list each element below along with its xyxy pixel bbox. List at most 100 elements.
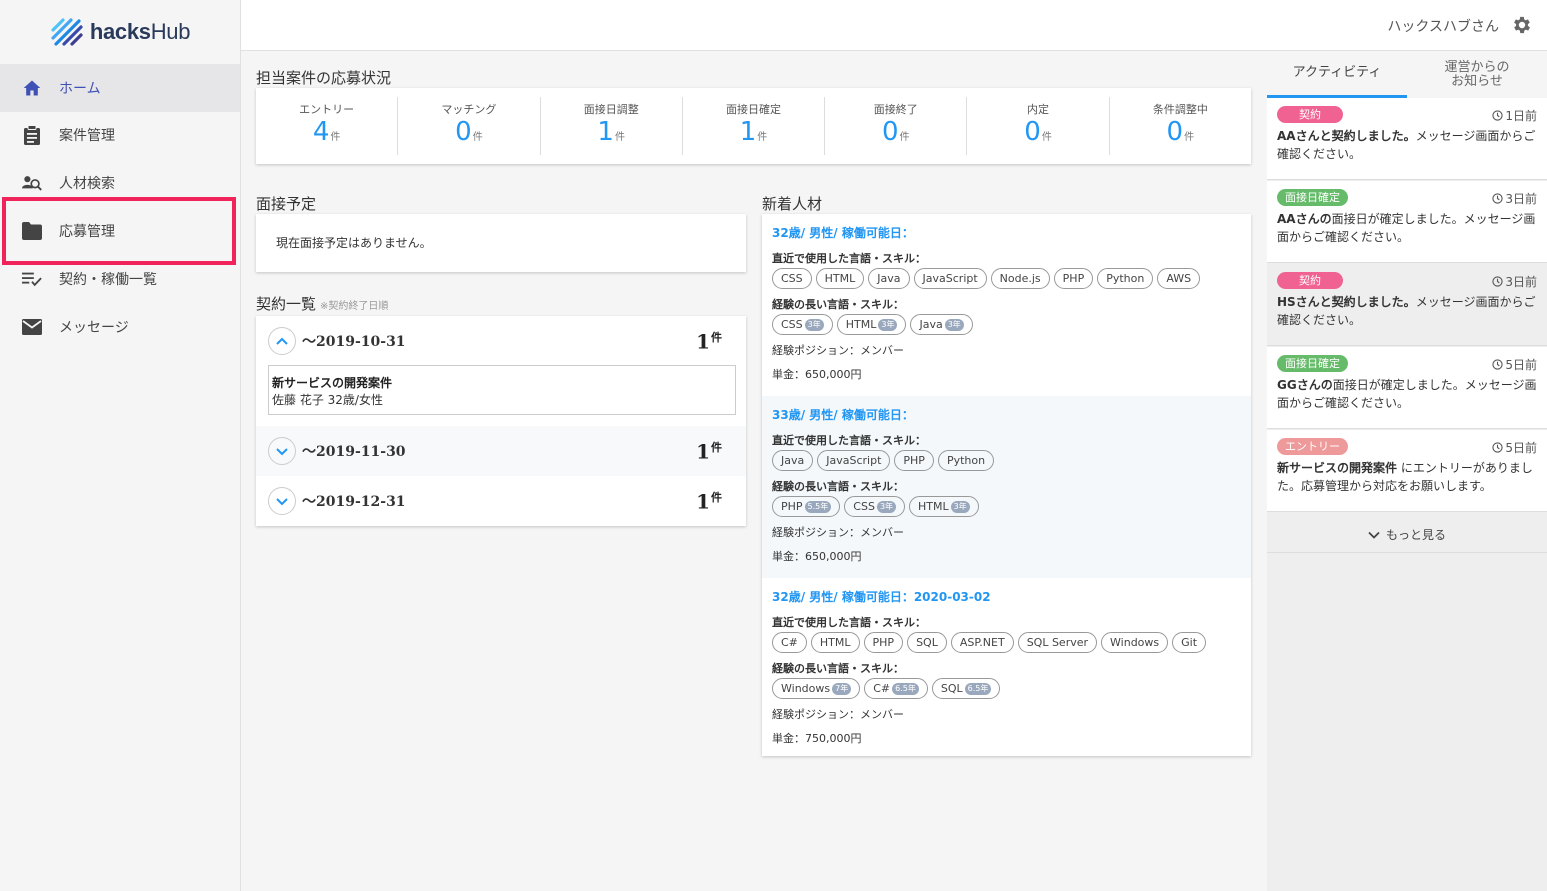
- talent-item[interactable]: 32歳/ 男性/ 稼働可能日： 直近で使用した言語・スキル： CSS HTML Ja…: [762, 214, 1251, 396]
- activity-item[interactable]: 契約 1日前 AAさんと契約しました。メッセージ画面からご確認ください。: [1267, 98, 1547, 180]
- status-interview-done[interactable]: 面接終了 0件: [825, 97, 968, 155]
- hackshub-logo-icon: [51, 18, 83, 46]
- skill-chip: PHP: [863, 632, 904, 653]
- skill-chip: Java: [868, 268, 910, 289]
- recent-skill-chips: Java JavaScript PHP Python: [772, 450, 1241, 471]
- contracts-title: 契約一覧 ※契約終了日順: [256, 295, 389, 313]
- contract-group[interactable]: 〜2019-10-31 1件: [256, 316, 746, 366]
- status-card: エントリー 4件 マッチング 0件 面接日調整 1件 面接日確定 1件 面接終了…: [256, 88, 1251, 164]
- activity-text: AAさんの面接日が確定しました。メッセージ画面からご確認ください。: [1277, 212, 1536, 244]
- activity-item[interactable]: エントリー 5日前 新サービスの開発案件 にエントリーがありました。応募管理から対応…: [1267, 430, 1547, 512]
- sidebar-item-applications[interactable]: 応募管理: [0, 207, 240, 255]
- logo-text: hacksHub: [89, 19, 191, 44]
- chevron-down-icon: [1368, 531, 1380, 539]
- status-entry[interactable]: エントリー 4件: [256, 97, 399, 155]
- skill-chip: PHP: [1053, 268, 1094, 289]
- sidebar-item-home[interactable]: ホーム: [0, 64, 240, 112]
- sidebar-item-label: 契約・稼働一覧: [59, 272, 157, 288]
- activity-item[interactable]: 面接日確定 3日前 AAさんの面接日が確定しました。メッセージ画面からご確認ください…: [1267, 181, 1547, 263]
- activity-time: 5日前: [1492, 356, 1537, 373]
- skill-years-badge: 7年: [832, 682, 852, 695]
- logo[interactable]: hacksHub: [0, 0, 240, 64]
- activity-time: 3日前: [1492, 273, 1537, 290]
- clock-icon: [1492, 193, 1503, 204]
- contract-detail[interactable]: 新サービスの開発案件 佐藤 花子 32歳/女性: [268, 365, 736, 415]
- contracts-note: ※契約終了日順: [320, 301, 389, 312]
- sidebar-item-label: 人材検索: [59, 176, 115, 192]
- clipboard-icon: [22, 125, 42, 145]
- skill-chip: Java: [772, 450, 814, 471]
- skill-chip: CSS 3年: [844, 496, 906, 517]
- chevron-down-icon[interactable]: [268, 487, 296, 515]
- status-interview-adjusting[interactable]: 面接日調整 1件: [541, 97, 683, 155]
- contract-count: 1件: [696, 489, 722, 514]
- status-offer[interactable]: 内定 0件: [967, 97, 1110, 155]
- skill-years-badge: 3年: [878, 318, 898, 331]
- skill-years-badge: 3年: [876, 500, 897, 513]
- skill-chip: Node.js: [990, 268, 1050, 289]
- skill-chip: HTML 3年: [836, 314, 907, 335]
- contract-group[interactable]: 〜2019-12-31 1件: [256, 476, 746, 526]
- contract-group[interactable]: 〜2019-11-30 1件: [256, 426, 746, 476]
- activity-item[interactable]: 面接日確定 5日前 GGさんの面接日が確定しました。メッセージ画面からご確認ください…: [1267, 347, 1547, 429]
- person-search-icon: [22, 173, 42, 193]
- chevron-down-icon[interactable]: [268, 437, 296, 465]
- activity-panel: アクティビティ 運営からの お知らせ 契約 1日前 AAさんと契約しました。メッセー…: [1267, 51, 1547, 891]
- skill-years-badge: 5.5年: [804, 500, 832, 513]
- mail-icon: [22, 317, 42, 337]
- skill-chip: C#: [772, 632, 807, 653]
- header: ハックスハブさん: [241, 0, 1547, 51]
- gear-icon[interactable]: [1511, 14, 1533, 36]
- skill-chip: CSS 3年: [772, 314, 833, 335]
- chevron-up-icon[interactable]: [268, 327, 296, 355]
- contract-count: 1件: [696, 329, 722, 354]
- skill-chip: Python: [1097, 268, 1154, 289]
- skill-years-badge: 3年: [804, 318, 824, 331]
- skill-chip: CSS: [772, 268, 812, 289]
- skill-chip: Java 3年: [910, 314, 973, 335]
- activity-tabs: アクティビティ 運営からの お知らせ: [1267, 51, 1547, 98]
- talent-item[interactable]: 33歳/ 男性/ 稼働可能日： 直近で使用した言語・スキル： Java JavaS…: [762, 396, 1251, 578]
- sidebar-item-messages[interactable]: メッセージ: [0, 303, 240, 351]
- user-name[interactable]: ハックスハブさん: [1387, 16, 1499, 36]
- skill-chip: Windows: [1101, 632, 1169, 653]
- tab-notices[interactable]: 運営からの お知らせ: [1407, 51, 1547, 98]
- skill-chip: PHP 5.5年: [772, 496, 841, 517]
- status-title: 担当案件の応募状況: [256, 69, 392, 87]
- talents-title: 新着人材: [762, 195, 823, 213]
- sidebar-item-contracts[interactable]: 契約・稼働一覧: [0, 255, 240, 303]
- activity-badge: 契約: [1277, 272, 1343, 289]
- status-matching[interactable]: マッチング 0件: [398, 97, 541, 155]
- activity-badge: エントリー: [1277, 438, 1348, 455]
- sidebar-item-label: 案件管理: [59, 128, 115, 144]
- skill-years-badge: 6.5年: [964, 682, 992, 695]
- talents-card: 32歳/ 男性/ 稼働可能日： 直近で使用した言語・スキル： CSS HTML Ja…: [762, 214, 1251, 756]
- tab-activity[interactable]: アクティビティ: [1267, 51, 1407, 98]
- skill-chip: HTML 3年: [909, 496, 979, 517]
- skill-years-badge: 6.5年: [892, 682, 919, 695]
- skill-chip: HTML: [815, 268, 865, 289]
- sidebar: hacksHub ホーム 案件管理 人材検索 応募管理 契約・稼働一覧 メッセー…: [0, 0, 241, 891]
- skill-chip: SQL: [907, 632, 947, 653]
- talent-item[interactable]: 32歳/ 男性/ 稼働可能日：2020-03-02 直近で使用した言語・スキル：…: [762, 578, 1251, 760]
- activity-item[interactable]: 契約 3日前 HSさんと契約しました。メッセージ画面からご確認ください。: [1267, 264, 1547, 346]
- contracts-card: 〜2019-10-31 1件 新サービスの開発案件 佐藤 花子 32歳/女性 〜…: [256, 316, 746, 526]
- interview-empty-text: 現在面接予定はありません。: [276, 236, 432, 250]
- sidebar-item-projects[interactable]: 案件管理: [0, 111, 240, 159]
- activity-text: 新サービスの開発案件 にエントリーがありました。応募管理から対応をお願いします。: [1277, 461, 1533, 493]
- show-more-button[interactable]: もっと見る: [1267, 517, 1547, 553]
- skill-chip: Python: [937, 450, 995, 471]
- interview-card: 現在面接予定はありません。: [256, 214, 746, 272]
- sidebar-item-talent-search[interactable]: 人材検索: [0, 159, 240, 207]
- recent-skill-chips: C# HTML PHP SQL ASP.NET SQL Server Windows Git: [772, 632, 1241, 653]
- status-interview-confirmed[interactable]: 面接日確定 1件: [683, 97, 826, 155]
- status-negotiating[interactable]: 条件調整中 0件: [1110, 97, 1251, 155]
- sidebar-item-label: 応募管理: [59, 224, 115, 240]
- clock-icon: [1492, 442, 1503, 453]
- long-skill-chips: PHP 5.5年 CSS 3年 HTML 3年: [772, 496, 1241, 517]
- skill-chip: JavaScript: [913, 268, 987, 289]
- activity-badge: 面接日確定: [1277, 189, 1348, 206]
- sidebar-item-label: ホーム: [59, 81, 101, 97]
- clock-icon: [1492, 276, 1503, 287]
- activity-text: HSさんと契約しました。メッセージ画面からご確認ください。: [1277, 295, 1536, 327]
